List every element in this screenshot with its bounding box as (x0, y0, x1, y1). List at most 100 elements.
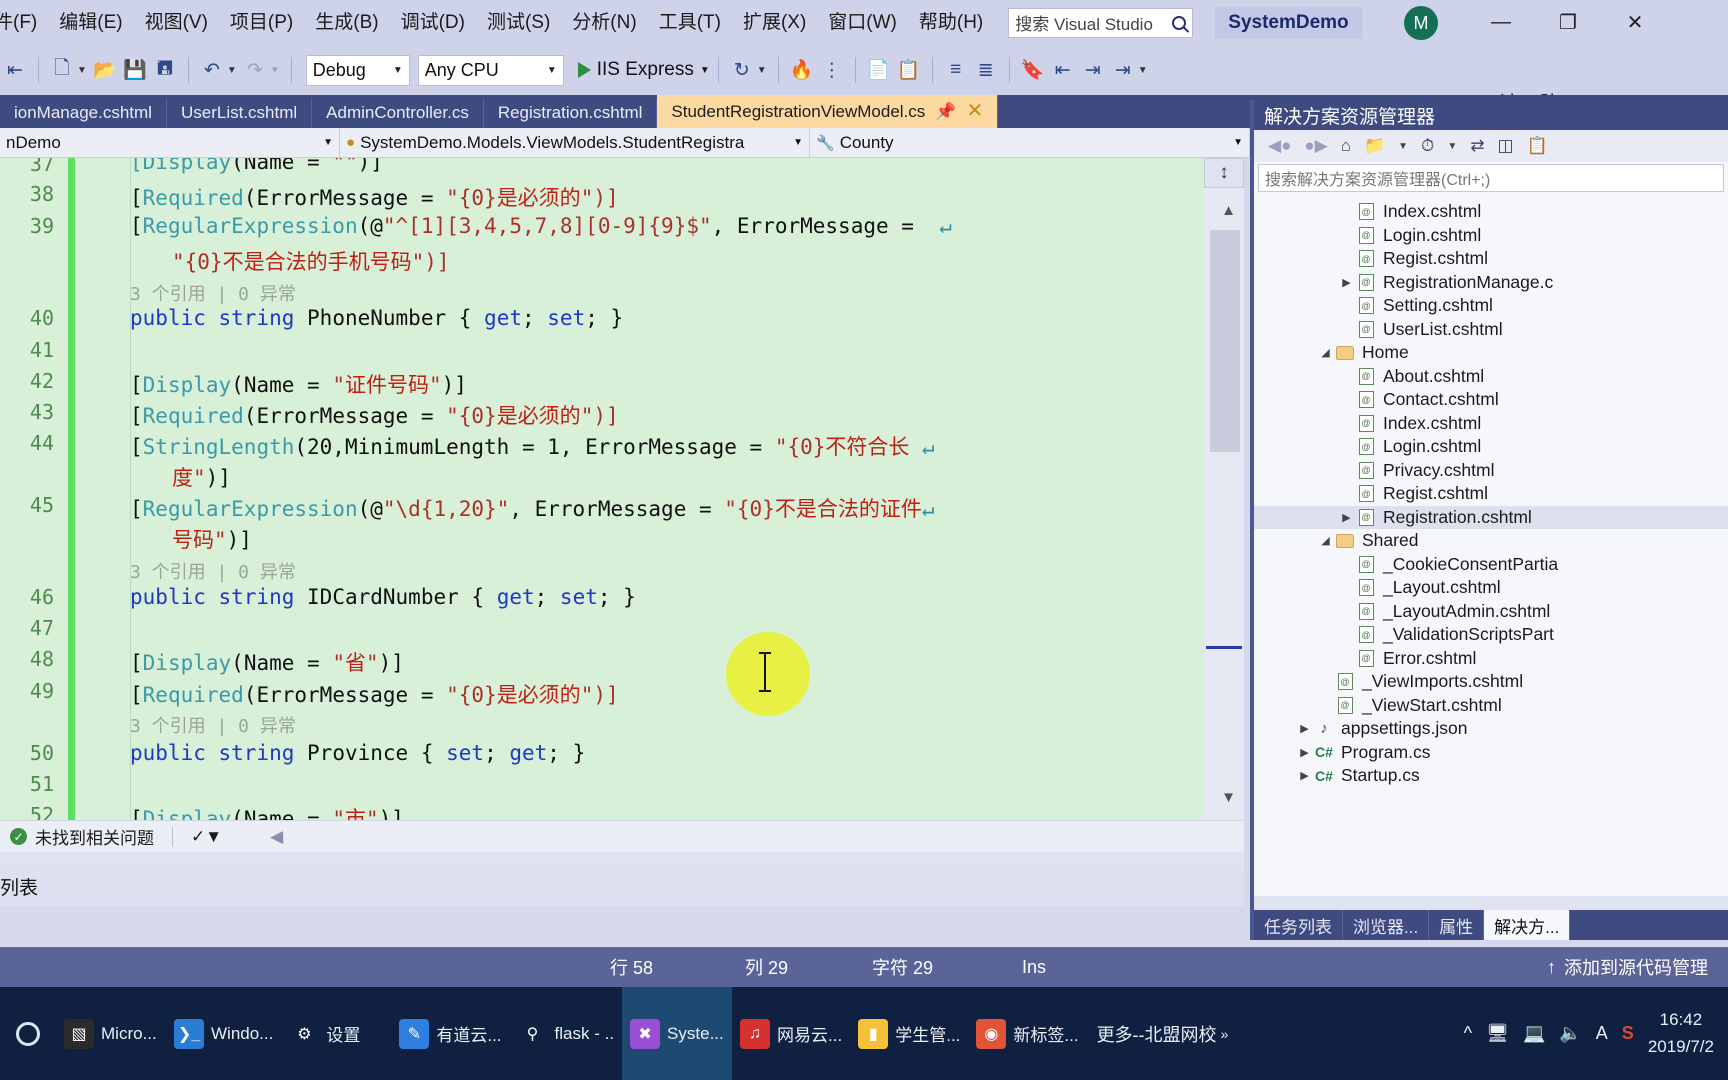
clock[interactable]: 16:42 2019/7/2 (1648, 1007, 1714, 1060)
new-folder-icon[interactable]: 📁 (1364, 136, 1385, 156)
tree-item[interactable]: @ _LayoutAdmin.cshtml (1254, 600, 1728, 624)
taskbar-button[interactable]: ◉ 新标签... (968, 987, 1086, 1080)
tree-item[interactable]: ▶ @ Registration.cshtml (1254, 505, 1728, 529)
menu-item-project[interactable]: 项目(P) (219, 0, 304, 45)
taskbar-more-label[interactable]: 更多--北盟网校 » (1097, 1021, 1229, 1047)
toggle-bookmark-icon[interactable]: 🔖 (1018, 55, 1048, 85)
new-project-dropdown-caret[interactable]: ▼ (77, 65, 87, 76)
save-icon[interactable]: 💾 (120, 55, 150, 85)
code-editor[interactable]: 37 38 39 40 41 42 43 44 45 46 47 48 49 5… (0, 158, 1244, 820)
tab-task-list[interactable]: 任务列表 (1254, 910, 1343, 940)
tree-item[interactable]: @ Index.cshtml (1254, 200, 1728, 224)
tree-item[interactable]: @ _CookieConsentPartia (1254, 553, 1728, 577)
tree-item[interactable]: @ _ViewStart.cshtml (1254, 694, 1728, 718)
doc-tab-registration[interactable]: Registration.cshtml (484, 98, 658, 128)
taskbar-button[interactable]: ♫ 网易云... (732, 987, 850, 1080)
previous-bookmark-icon[interactable]: ⇤ (1048, 55, 1078, 85)
uncomment-selection-icon[interactable]: 📋 (894, 55, 924, 85)
solution-configuration-combo[interactable]: Debug ▼ (305, 54, 410, 86)
menu-item-build[interactable]: 生成(B) (304, 0, 389, 45)
tree-item[interactable]: @ _ViewImports.cshtml (1254, 670, 1728, 694)
navbar-project-combo[interactable]: nDemo ▼ (0, 127, 340, 158)
taskbar-button[interactable]: ✖ Syste... (622, 987, 733, 1080)
tree-item[interactable]: ▶ ♪ appsettings.json (1254, 717, 1728, 741)
chevron-up-icon[interactable]: ^ (1464, 1023, 1472, 1044)
display-icon[interactable]: 💻 (1523, 1023, 1545, 1044)
tree-item[interactable]: @ Setting.cshtml (1254, 294, 1728, 318)
menu-item-file[interactable]: 件(F) (0, 0, 48, 45)
scroll-up-arrow-icon[interactable]: ▲ (1221, 202, 1236, 219)
tree-twisty-icon[interactable]: ◢ (1317, 534, 1334, 547)
chevron-down-icon[interactable]: ▼ (1398, 141, 1408, 152)
menu-item-help[interactable]: 帮助(H) (908, 0, 994, 45)
hscroll-left-arrow-icon[interactable]: ◀ (270, 827, 283, 847)
menu-item-edit[interactable]: 编辑(E) (48, 0, 133, 45)
redo-icon[interactable]: ↷ (240, 55, 270, 85)
doc-tab-registrationmanage[interactable]: ionManage.cshtml (0, 98, 167, 128)
open-file-icon[interactable]: 📂 (90, 55, 120, 85)
codelens-references-50[interactable]: 3 个引用 | 0 异常 (130, 712, 1194, 738)
network-icon[interactable]: 🖥 (1486, 1023, 1509, 1044)
taskbar-button[interactable]: ▮ 学生管... (850, 987, 968, 1080)
doc-tab-userlist[interactable]: UserList.cshtml (167, 98, 313, 128)
tree-item[interactable]: ▶ C# Program.cs (1254, 741, 1728, 765)
tree-twisty-icon[interactable]: ▶ (1296, 746, 1313, 759)
tab-solution-explorer[interactable]: 解决方... (1484, 910, 1571, 940)
save-all-icon[interactable]: 🖪 (150, 55, 180, 85)
ime-icon[interactable]: A (1596, 1023, 1608, 1044)
menu-item-extensions[interactable]: 扩展(X) (732, 0, 817, 45)
bookmarks-overflow-caret[interactable]: ▼ (1138, 65, 1148, 76)
tree-item[interactable]: @ Error.cshtml (1254, 647, 1728, 671)
tree-item[interactable]: @ Privacy.cshtml (1254, 459, 1728, 483)
codelens-references-40[interactable]: 3 个引用 | 0 异常 (130, 280, 1194, 306)
editor-split-grip[interactable]: ↕ (1204, 158, 1244, 188)
clear-bookmarks-icon[interactable]: ⇥ (1108, 55, 1138, 85)
tab-browser[interactable]: 浏览器... (1343, 910, 1430, 940)
home-icon[interactable]: ⌂ (1341, 136, 1351, 156)
codelens-references-46[interactable]: 3 个引用 | 0 异常 (130, 558, 1194, 584)
s-app-icon[interactable]: S (1622, 1023, 1634, 1044)
window-minimize-button[interactable]: — (1478, 0, 1524, 45)
tree-item[interactable]: @ Login.cshtml (1254, 224, 1728, 248)
doc-tab-admincontroller[interactable]: AdminController.cs (312, 98, 484, 128)
tree-item[interactable]: ▶ C# Startup.cs (1254, 764, 1728, 788)
tree-twisty-icon[interactable]: ◢ (1317, 346, 1334, 359)
decrease-indent-icon[interactable]: ≣ (971, 55, 1001, 85)
taskbar-button[interactable]: ✎ 有道云... (391, 987, 509, 1080)
properties-icon[interactable]: 📋 (1527, 136, 1548, 156)
tree-item[interactable]: @ About.cshtml (1254, 365, 1728, 389)
doc-tab-studentregistrationviewmodel[interactable]: StudentRegistrationViewModel.cs 📌 ✕ (657, 95, 999, 128)
menu-item-test[interactable]: 测试(S) (476, 0, 561, 45)
menu-item-view[interactable]: 视图(V) (134, 0, 219, 45)
taskbar-button[interactable]: ❯_ Windo... (166, 987, 281, 1080)
undo-dropdown-caret[interactable]: ▼ (227, 65, 237, 76)
restart-icon[interactable]: ↻ (727, 55, 757, 85)
new-project-icon[interactable]: 🗋 (47, 55, 77, 85)
tree-item[interactable]: @ Regist.cshtml (1254, 482, 1728, 506)
vs-search-input[interactable]: 搜索 Visual Studio (1008, 7, 1194, 38)
tree-item[interactable]: @ Login.cshtml (1254, 435, 1728, 459)
menu-item-debug[interactable]: 调试(D) (390, 0, 476, 45)
window-maximize-button[interactable]: ❐ (1545, 0, 1591, 45)
pending-changes-icon[interactable]: ⏱ (1421, 136, 1434, 156)
tab-properties[interactable]: 属性 (1429, 910, 1485, 940)
editor-vertical-scrollbar[interactable]: ↕ ▲ ▼ (1204, 158, 1244, 820)
editor-horizontal-scrollbar[interactable] (0, 852, 1244, 866)
navbar-type-combo[interactable]: ● SystemDemo.Models.ViewModels.StudentRe… (340, 127, 810, 158)
add-to-source-control-button[interactable]: ↑ 添加到源代码管理 (1547, 954, 1708, 980)
next-bookmark-icon[interactable]: ⇥ (1078, 55, 1108, 85)
tree-twisty-icon[interactable]: ▶ (1338, 511, 1355, 524)
tree-twisty-icon[interactable]: ▶ (1338, 276, 1355, 289)
volume-icon[interactable]: 🔈 (1559, 1023, 1581, 1044)
scrollbar-thumb[interactable] (1210, 230, 1240, 452)
menu-item-tools[interactable]: 工具(T) (648, 0, 732, 45)
taskbar-button[interactable]: ⚲ flask - .. (510, 987, 623, 1080)
taskbar-button[interactable]: ▧ Micro... (56, 987, 166, 1080)
sync-with-active-document-icon[interactable]: ⇄ (1470, 136, 1484, 156)
tree-item[interactable]: @ _ValidationScriptsPart (1254, 623, 1728, 647)
chevron-down-icon[interactable]: ▼ (1447, 141, 1457, 152)
tree-item[interactable]: ◢ Shared (1254, 529, 1728, 553)
tree-twisty-icon[interactable]: ▶ (1296, 769, 1313, 782)
issue-filter-icon[interactable]: ✓▼ (191, 827, 222, 847)
hot-reload-icon[interactable]: 🔥 (787, 55, 817, 85)
